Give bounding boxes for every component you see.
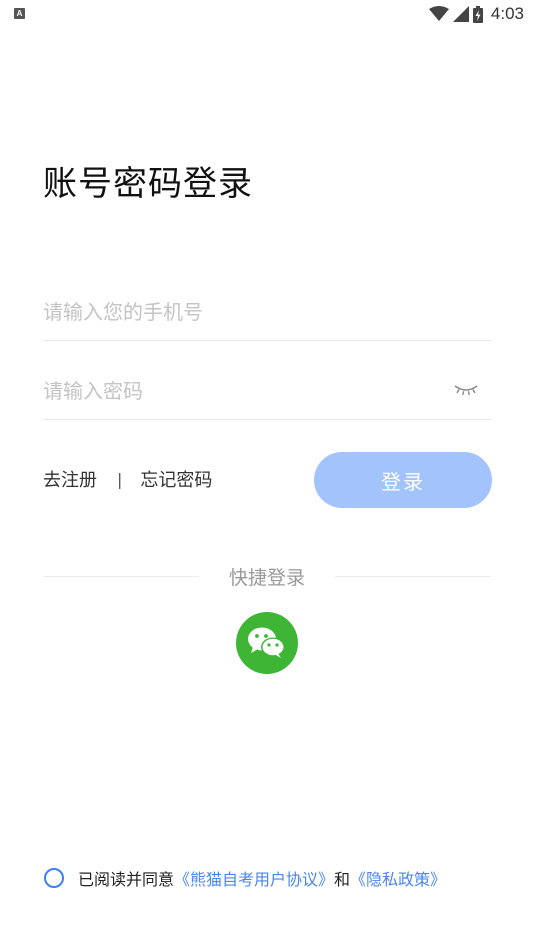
status-bar: A 4:03 [0,0,534,28]
agreement-checkbox[interactable] [44,868,64,888]
phone-input[interactable] [43,292,443,332]
wechat-login-button[interactable] [236,612,298,674]
user-agreement-link[interactable]: 《熊猫自考用户协议》 [174,866,334,890]
page-title: 账号密码登录 [43,164,253,204]
app-notification-icon: A [14,8,25,19]
wechat-icon [248,627,285,658]
wifi-icon [428,6,449,21]
privacy-policy-link[interactable]: 《隐私政策》 [350,866,446,890]
login-button[interactable]: 登录 [314,452,492,508]
password-field [43,363,491,420]
status-bar-right: 4:03 [428,4,524,24]
account-links: 去注册 | 忘记密码 [43,466,212,492]
battery-icon [472,5,483,23]
clock-time: 4:03 [490,4,524,23]
password-input[interactable] [43,371,443,411]
links-divider: | [117,469,123,489]
agreement-row: 已阅读并同意 《熊猫自考用户协议》 和 《隐私政策》 [44,866,446,890]
agreement-prefix: 已阅读并同意 [78,870,175,889]
quick-login-divider-right [335,576,491,577]
quick-login-title: 快捷登录 [228,567,305,589]
forgot-password-link[interactable]: 忘记密码 [140,466,212,492]
agreement-conjunction: 和 [334,870,351,889]
register-link[interactable]: 去注册 [43,466,97,492]
phone-field [43,284,491,341]
quick-login-divider-left [43,576,199,577]
eye-closed-icon[interactable] [453,379,479,399]
signal-icon [452,6,469,22]
